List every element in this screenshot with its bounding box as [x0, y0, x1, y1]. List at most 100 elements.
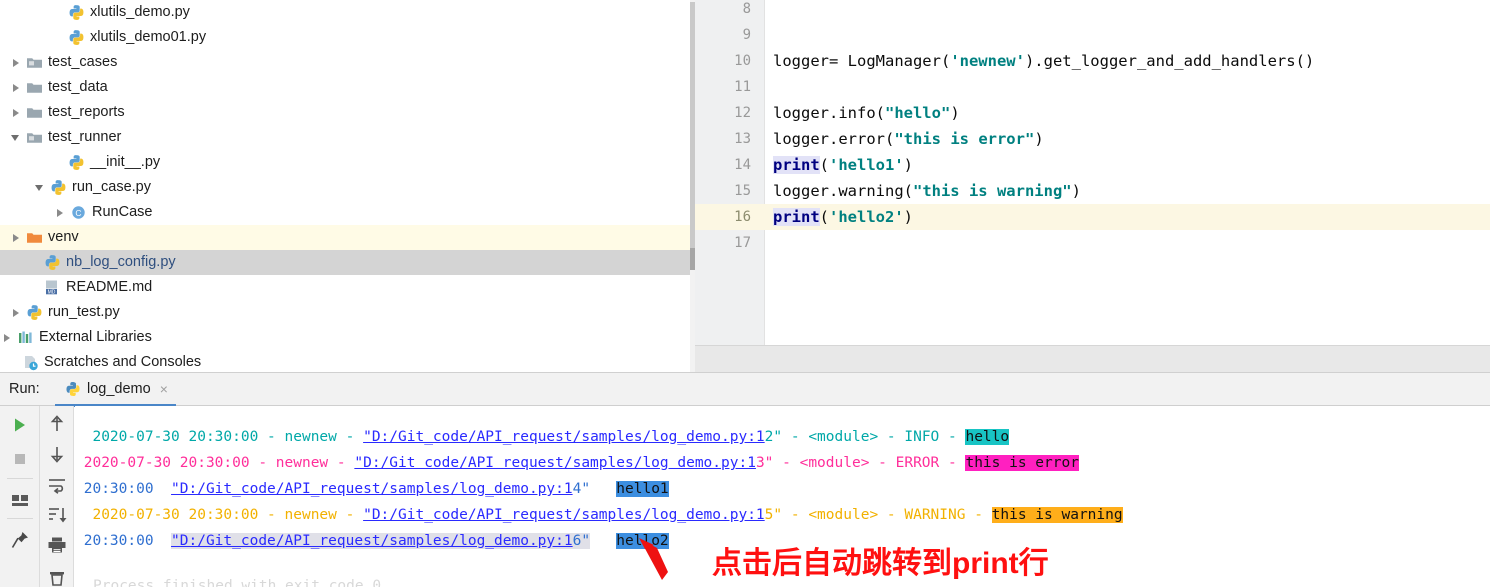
stop-button[interactable]	[0, 450, 39, 468]
print-button[interactable]	[40, 536, 73, 554]
line-number[interactable]: 15	[734, 178, 751, 204]
log-message: this is warning	[991, 507, 1123, 523]
layout-button[interactable]	[0, 492, 39, 510]
tree-item[interactable]: Scratches and Consoles	[0, 350, 695, 372]
file-link-path[interactable]: "D:/Git code/API request/samples/log dem…	[354, 455, 756, 471]
line-number[interactable]: 13	[734, 126, 751, 152]
code-editor-panel[interactable]: 8 9 10 11 12 13 14 15 16 17 logger= LogManager('n…	[695, 0, 1490, 372]
line-number[interactable]: 12	[734, 100, 751, 126]
close-icon[interactable]: ×	[160, 382, 168, 396]
up-the-stack-trace-button[interactable]	[40, 414, 73, 434]
down-the-stack-trace-button[interactable]	[40, 444, 73, 464]
console-line[interactable]: 2020-07-30 20:30:00 - newnew - "D:/Git_c…	[75, 424, 1010, 450]
file-link-tail[interactable]: 3"	[756, 455, 773, 471]
line-number[interactable]: 11	[734, 74, 751, 100]
line-number[interactable]: 9	[743, 22, 751, 48]
file-link-tail[interactable]: 6"	[573, 533, 590, 549]
chevron-right-icon[interactable]	[9, 306, 23, 320]
console-line[interactable]: 2020-07-30 20:30:00 - newnew - "D:/Git_c…	[75, 502, 1123, 528]
pin-icon	[11, 532, 28, 548]
chevron-down-icon[interactable]	[33, 181, 47, 195]
log-prefix: 20:30:00	[75, 533, 172, 549]
file-link[interactable]: "D:/Git code/API request/samples/log dem…	[354, 455, 773, 471]
scratches-icon	[22, 354, 39, 371]
pin-tab-button[interactable]	[0, 530, 39, 550]
chevron-right-icon[interactable]	[9, 106, 23, 120]
run-toolbar-primary[interactable]	[0, 406, 40, 587]
line-number[interactable]: 17	[734, 230, 751, 256]
tree-item-label: run_case.py	[72, 179, 151, 196]
folder-icon	[26, 104, 43, 121]
chevron-right-icon[interactable]	[0, 331, 14, 345]
file-link-path[interactable]: "D:/Git_code/API_request/samples/log_dem…	[171, 481, 573, 497]
tree-item[interactable]: venv	[0, 225, 695, 250]
tree-item-label: run_test.py	[48, 304, 120, 321]
tree-item[interactable]: __init__.py	[0, 150, 695, 175]
run-toolbar-secondary[interactable]	[40, 406, 74, 587]
file-link[interactable]: "D:/Git_code/API_request/samples/log_dem…	[363, 429, 782, 445]
file-link-tail[interactable]: 4"	[573, 481, 590, 497]
file-link[interactable]: "D:/Git_code/API_request/samples/log_dem…	[171, 481, 590, 497]
chevron-down-icon[interactable]	[9, 131, 23, 145]
file-link[interactable]: "D:/Git_code/API_request/samples/log_dem…	[363, 507, 782, 523]
tree-item-label: test_cases	[48, 54, 118, 71]
tree-item[interactable]: test_data	[0, 75, 695, 100]
layout-icon	[11, 495, 28, 506]
project-tree-panel[interactable]: xlutils_demo.py xlutils_demo01.py test_cas…	[0, 0, 695, 372]
svg-text:C: C	[75, 208, 81, 218]
line-number[interactable]: 16	[734, 204, 751, 230]
file-link-tail[interactable]: 2"	[765, 429, 782, 445]
file-link-path[interactable]: "D:/Git_code/API_request/samples/log_dem…	[363, 507, 765, 523]
tree-item[interactable]: External Libraries	[0, 325, 695, 350]
file-link-path[interactable]: "D:/Git_code/API_request/samples/log_dem…	[363, 429, 765, 445]
log-meta	[590, 533, 616, 549]
code-line[interactable]: logger.warning("this is warning")	[773, 178, 1081, 204]
tree-item[interactable]: run_case.py	[0, 175, 695, 200]
gutter-current-line-highlight	[695, 204, 765, 230]
tree-item[interactable]: nb_log_config.py	[0, 250, 695, 275]
tree-item-label: Scratches and Consoles	[44, 354, 202, 371]
tree-item[interactable]: C RunCase	[0, 200, 695, 225]
clear-all-button[interactable]	[40, 569, 73, 587]
chevron-right-icon[interactable]	[9, 231, 23, 245]
file-link[interactable]: "D:/Git_code/API_request/samples/log_dem…	[171, 533, 591, 549]
code-token-string: 'hello1'	[829, 156, 904, 174]
file-link-path[interactable]: "D:/Git_code/API_request/samples/log_dem…	[171, 533, 573, 549]
scroll-to-end-button[interactable]	[40, 505, 73, 525]
tree-item[interactable]: xlutils_demo01.py	[0, 25, 695, 50]
rerun-button[interactable]	[0, 416, 39, 434]
code-token-string: "hello"	[884, 104, 951, 122]
code-line[interactable]: logger.error("this is error")	[773, 126, 1044, 152]
tree-item[interactable]: test_cases	[0, 50, 695, 75]
log-message: hello	[965, 429, 1010, 445]
line-number[interactable]: 8	[743, 0, 751, 22]
tab-log-demo[interactable]: log_demo ×	[55, 373, 176, 407]
soft-wrap-button[interactable]	[40, 476, 73, 494]
code-line[interactable]: print('hello1')	[773, 152, 913, 178]
code-line[interactable]: logger.info("hello")	[773, 100, 960, 126]
code-line[interactable]: logger= LogManager('newnew').get_logger_…	[773, 48, 1314, 74]
code-text-area[interactable]: logger= LogManager('newnew').get_logger_…	[765, 0, 1490, 345]
toolbar-divider-2	[7, 518, 33, 519]
tree-item[interactable]: run_test.py	[0, 300, 695, 325]
editor-gutter[interactable]: 8 9 10 11 12 13 14 15 16 17	[695, 0, 765, 345]
console-line[interactable]: 2020-07-30 20:30:00 - newnew - "D:/Git c…	[75, 450, 1079, 476]
file-link-tail[interactable]: 5"	[765, 507, 782, 523]
line-number[interactable]: 10	[734, 48, 751, 74]
log-meta: - <module> - ERROR -	[773, 455, 966, 471]
chevron-right-icon[interactable]	[9, 81, 23, 95]
tree-item[interactable]: test_reports	[0, 100, 695, 125]
line-number[interactable]: 14	[734, 152, 751, 178]
chevron-right-icon[interactable]	[9, 56, 23, 70]
console-line[interactable]: 20:30:00 "D:/Git_code/API_request/sample…	[75, 476, 669, 502]
code-token-string: 'hello2'	[829, 208, 904, 226]
console-line[interactable]: 20:30:00 "D:/Git_code/API_request/sample…	[75, 528, 669, 554]
chevron-right-icon[interactable]	[53, 206, 67, 220]
tree-item[interactable]: test_runner	[0, 125, 695, 150]
tree-item[interactable]: MD README.md	[0, 275, 695, 300]
code-line[interactable]: print('hello2')	[773, 204, 913, 230]
tree-item[interactable]: xlutils_demo.py	[0, 0, 695, 25]
